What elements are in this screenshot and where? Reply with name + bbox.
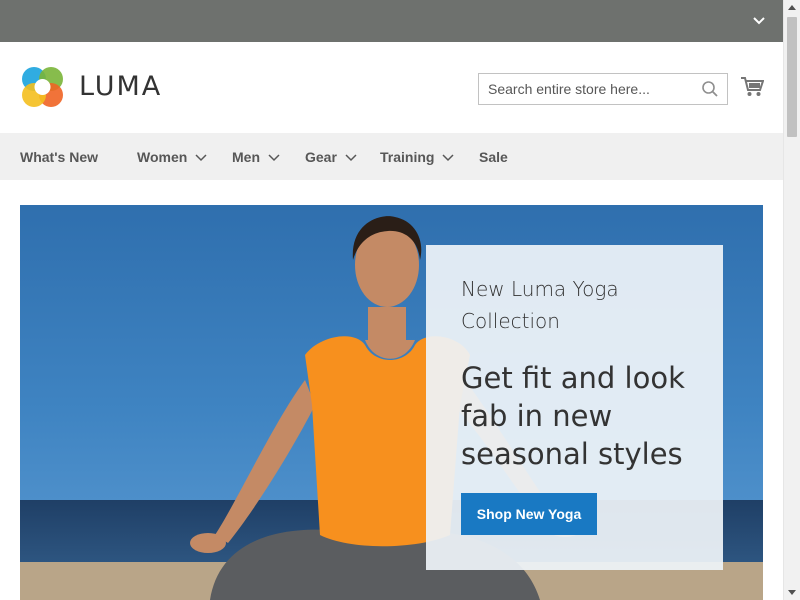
luma-logo-icon — [22, 67, 63, 107]
top-panel-bar — [0, 0, 783, 42]
promo-subtitle: New Luma Yoga Collection — [461, 277, 619, 333]
chevron-down-icon[interactable] — [751, 13, 767, 29]
nav-item-label: Sale — [479, 148, 508, 165]
nav-item-sale[interactable]: Sale — [479, 133, 508, 180]
promo-title: Get fit and look fab in new seasonal sty… — [461, 361, 685, 471]
nav-item-label: What's New — [20, 148, 99, 165]
chevron-down-icon — [195, 153, 207, 161]
page-scrollbar[interactable] — [783, 0, 800, 600]
hero-banner[interactable]: New Luma Yoga Collection Get fit and loo… — [20, 205, 763, 600]
site-header: LUMA — [0, 42, 783, 133]
nav-item-whats-new[interactable]: What's New — [20, 133, 98, 180]
scrollbar-thumb[interactable] — [787, 17, 797, 137]
chevron-down-icon — [442, 153, 454, 161]
search-input[interactable] — [479, 74, 689, 104]
nav-item-label: Gear — [305, 148, 337, 165]
nav-item-training[interactable]: Training — [380, 133, 454, 180]
cart-icon[interactable] — [740, 76, 764, 98]
shop-new-yoga-button[interactable]: Shop New Yoga — [461, 493, 597, 535]
chevron-down-icon — [268, 153, 280, 161]
scroll-up-icon[interactable] — [788, 4, 796, 10]
chevron-down-icon — [345, 153, 357, 161]
logo-link[interactable]: LUMA — [20, 64, 162, 109]
nav-item-label: Women — [137, 148, 188, 165]
nav-item-gear[interactable]: Gear — [305, 133, 357, 180]
nav-item-label: Training — [380, 148, 435, 165]
nav-item-women[interactable]: Women — [137, 133, 207, 180]
promo-panel: New Luma Yoga Collection Get fit and loo… — [426, 245, 723, 570]
nav-item-men[interactable]: Men — [232, 133, 280, 180]
main-navigation: What's New Women Men Gear Training Sale — [0, 133, 783, 180]
scroll-down-icon[interactable] — [788, 590, 796, 596]
search-box — [478, 73, 728, 105]
brand-name: LUMA — [79, 71, 163, 102]
nav-item-label: Men — [232, 148, 260, 165]
search-icon[interactable] — [701, 80, 719, 98]
